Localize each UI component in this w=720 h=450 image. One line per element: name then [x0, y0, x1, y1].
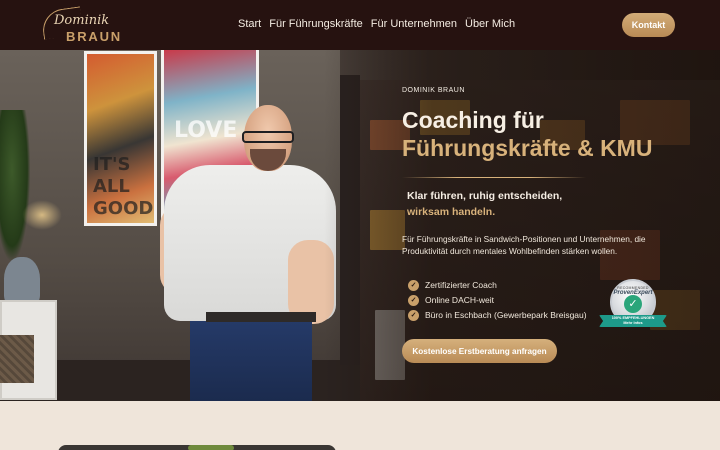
- logo[interactable]: Dominik BRAUN: [40, 6, 122, 44]
- hero-title-line2: Führungskräfte & KMU: [402, 135, 653, 161]
- nav-item-start[interactable]: Start: [238, 18, 261, 30]
- hero-section: IT'SALLGOOD LOVE DOMINIK BRAUN Coaching …: [0, 50, 720, 401]
- check-item-text: Online DACH-weit: [425, 295, 494, 305]
- check-circle-icon: ✓: [408, 280, 419, 291]
- plant-leaf-decoration: [188, 445, 234, 450]
- provenexpert-seal[interactable]: RECOMMENDED ProvenExpert ✓ 100% EMPFEHLU…: [597, 279, 669, 335]
- check-circle-icon: ✓: [408, 295, 419, 306]
- feature-check-list: ✓ Zertifizierter Coach ✓ Online DACH-wei…: [408, 279, 588, 324]
- nav-item-ueber-mich[interactable]: Über Mich: [465, 18, 515, 30]
- seal-ribbon-text: 100% EMPFEHLUNGEN Mehr Infos: [599, 316, 667, 326]
- hero-title-line1: Coaching für: [402, 107, 544, 133]
- free-consultation-button[interactable]: Kostenlose Erstberatung anfragen: [402, 339, 557, 363]
- seal-check-icon: ✓: [624, 295, 642, 313]
- hero-description: Für Führungskräfte in Sandwich-Positione…: [402, 234, 646, 256]
- nav-item-fuer-unternehmen[interactable]: Für Unternehmen: [371, 18, 457, 30]
- next-section-image: [58, 445, 336, 450]
- list-item: ✓ Online DACH-weit: [408, 294, 588, 307]
- hero-content: DOMINIK BRAUN Coaching für Führungskräft…: [402, 50, 702, 401]
- hero-subtitle-line2: wirksam handeln.: [407, 206, 496, 218]
- seal-ribbon-line2: Mehr Infos: [623, 321, 643, 325]
- hero-subtitle-line1: Klar führen, ruhig entscheiden,: [407, 190, 563, 202]
- list-item: ✓ Büro in Eschbach (Gewerbepark Breisgau…: [408, 309, 588, 322]
- hero-subtitle: Klar führen, ruhig entscheiden, wirksam …: [407, 188, 607, 220]
- next-section: [0, 401, 720, 450]
- nav-item-fuer-fuehrungskraefte[interactable]: Für Führungskräfte: [269, 18, 363, 30]
- logo-name: BRAUN: [66, 29, 122, 44]
- seal-ribbon-line1: 100% EMPFEHLUNGEN: [611, 316, 655, 320]
- contact-button[interactable]: Kontakt: [622, 13, 675, 37]
- site-header: Dominik BRAUN Start Für Führungskräfte F…: [0, 0, 720, 50]
- check-item-text: Zertifizierter Coach: [425, 280, 497, 290]
- list-item: ✓ Zertifizierter Coach: [408, 279, 588, 292]
- hero-eyebrow: DOMINIK BRAUN: [402, 87, 465, 94]
- logo-script: Dominik: [54, 13, 110, 28]
- main-nav: Start Für Führungskräfte Für Unternehmen…: [238, 18, 515, 30]
- check-circle-icon: ✓: [408, 310, 419, 321]
- hero-title: Coaching für Führungskräfte & KMU: [402, 106, 702, 162]
- check-item-text: Büro in Eschbach (Gewerbepark Breisgau): [425, 310, 587, 320]
- hero-divider: [402, 177, 586, 178]
